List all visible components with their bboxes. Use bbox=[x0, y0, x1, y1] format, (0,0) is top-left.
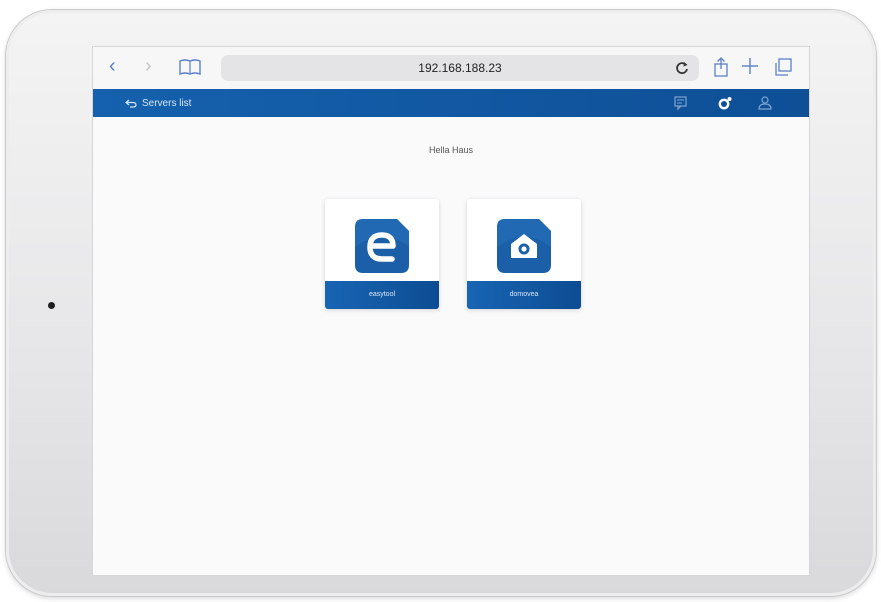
return-arrow-icon bbox=[125, 99, 137, 108]
browser-toolbar: ‹ › 192.168.188.23 bbox=[93, 47, 809, 89]
chat-icon[interactable] bbox=[673, 95, 689, 111]
tile-label: domovea bbox=[467, 281, 581, 309]
servers-list-label: Servers list bbox=[142, 97, 192, 109]
page-title: Hella Haus bbox=[428, 145, 474, 155]
tabs-overview-icon[interactable] bbox=[773, 57, 793, 82]
address-bar[interactable]: 192.168.188.23 bbox=[221, 55, 699, 81]
back-icon[interactable]: ‹ bbox=[109, 56, 116, 76]
front-camera bbox=[48, 302, 55, 309]
url-text[interactable]: 192.168.188.23 bbox=[221, 55, 699, 81]
servers-list-link[interactable]: Servers list bbox=[125, 96, 191, 110]
user-icon[interactable] bbox=[757, 95, 773, 111]
share-icon[interactable] bbox=[713, 57, 729, 82]
tile-label: easytool bbox=[325, 281, 439, 309]
reload-icon[interactable] bbox=[675, 59, 689, 78]
app-header: Servers list bbox=[93, 89, 809, 117]
app-tile-domovea[interactable]: domovea bbox=[467, 199, 581, 309]
tablet-frame: ‹ › 192.168.188.23 Servers list Hella Ha… bbox=[6, 10, 876, 596]
settings-icon[interactable] bbox=[717, 95, 733, 111]
easytool-logo-icon bbox=[353, 217, 411, 275]
domovea-logo-icon bbox=[495, 217, 553, 275]
screen: ‹ › 192.168.188.23 Servers list Hella Ha… bbox=[92, 46, 810, 576]
forward-icon[interactable]: › bbox=[145, 56, 152, 76]
new-tab-icon[interactable] bbox=[741, 57, 759, 80]
bookmarks-icon[interactable] bbox=[179, 59, 201, 80]
app-tile-easytool[interactable]: easytool bbox=[325, 199, 439, 309]
